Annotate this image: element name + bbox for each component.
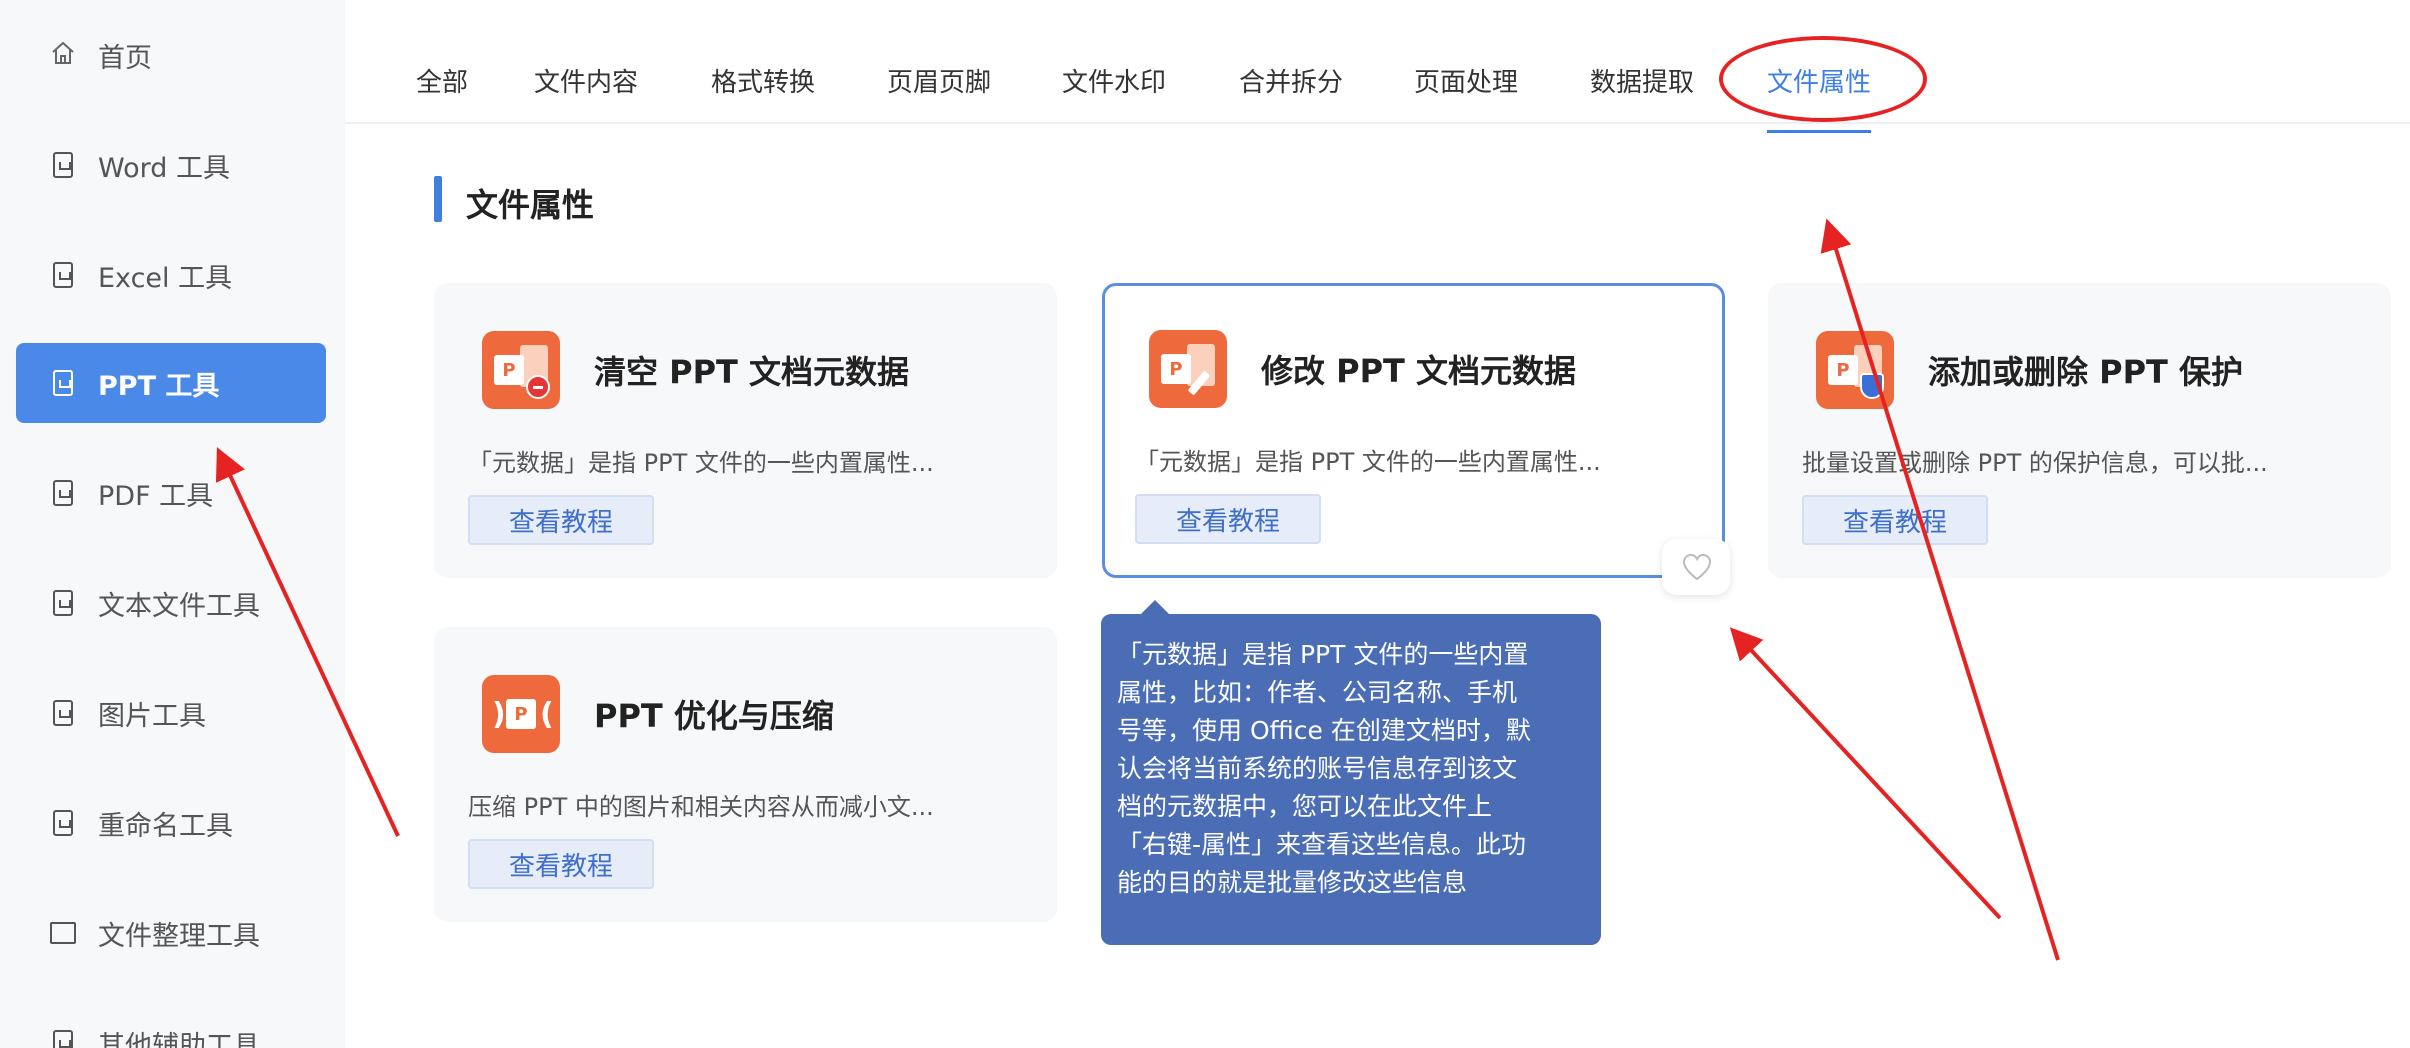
arrow-to-file-properties-tab <box>1820 218 2060 961</box>
annotation-arrows <box>215 218 2060 961</box>
arrow-to-ppt-tools <box>215 447 400 837</box>
app-window: 首页 Word 工具 Excel 工具 PPT 工具 PDF 工具 文本文件工具… <box>0 0 2410 1048</box>
arrow-to-edit-metadata-card <box>1729 627 2002 920</box>
